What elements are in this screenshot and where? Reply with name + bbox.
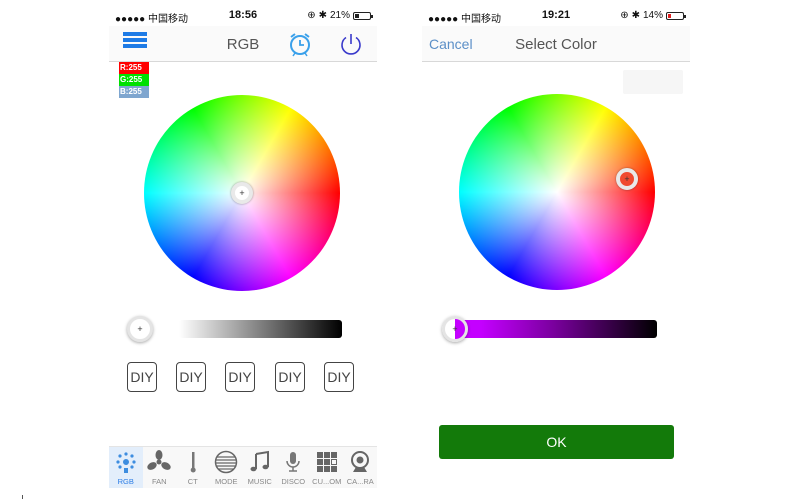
tab-ct[interactable]: CT	[176, 447, 210, 488]
green-value: G:255	[119, 74, 149, 86]
diy-button-1[interactable]: DIY	[127, 362, 157, 392]
tab-custom[interactable]: CU...OM	[310, 447, 344, 488]
color-preview	[623, 70, 683, 94]
tab-bar: RGB FAN CT MODE MUSIC DISCO CU...OM CA..…	[109, 446, 377, 488]
battery-icon	[666, 11, 686, 20]
diy-button-3[interactable]: DIY	[225, 362, 255, 392]
stray-mark	[22, 495, 23, 499]
page-title: RGB	[226, 36, 260, 53]
mode-disc-icon	[213, 449, 239, 475]
rgb-control-screen: ●●●●● 中国移动 18:56 ⊕ ✱ 21% RGB R:255 G:255…	[109, 0, 377, 500]
lock-rotation-icon: ⊕	[307, 10, 316, 21]
color-wheel[interactable]: +	[459, 94, 655, 290]
battery-percent: 14%	[642, 10, 663, 21]
red-value: R:255	[119, 62, 149, 74]
microphone-icon	[280, 449, 306, 475]
brightness-slider[interactable]	[179, 320, 342, 338]
crosshair-icon: +	[624, 174, 630, 184]
battery-icon	[353, 11, 373, 20]
status-bar: ●●●●● 中国移动 18:56 ⊕ ✱ 21%	[109, 8, 377, 25]
alarm-clock-icon[interactable]	[287, 31, 313, 57]
bluetooth-icon: ✱	[318, 10, 327, 21]
tab-label: MUSIC	[247, 477, 272, 486]
status-right: ⊕ ✱ 14%	[620, 10, 686, 21]
music-note-icon	[247, 449, 273, 475]
thermometer-icon	[180, 449, 206, 475]
tab-label: FAN	[151, 477, 167, 486]
blue-value: B:255	[119, 86, 149, 98]
rgb-bulb-icon	[113, 449, 139, 475]
tab-label: DISCO	[281, 477, 306, 486]
tab-label: CT	[187, 477, 198, 486]
tab-mode[interactable]: MODE	[210, 447, 244, 488]
bluetooth-icon: ✱	[631, 10, 640, 21]
color-wheel-knob[interactable]: +	[616, 168, 638, 190]
select-color-screen: ●●●●● 中国移动 19:21 ⊕ ✱ 14% Cancel Select C…	[422, 0, 690, 500]
crosshair-icon: +	[452, 324, 458, 334]
tab-label: MODE	[215, 477, 238, 486]
tab-rgb[interactable]: RGB	[109, 447, 143, 488]
fan-icon	[146, 449, 172, 475]
tab-music[interactable]: MUSIC	[243, 447, 277, 488]
diy-button-5[interactable]: DIY	[324, 362, 354, 392]
brightness-slider-knob[interactable]: +	[127, 316, 153, 342]
color-wheel-knob[interactable]: +	[231, 182, 253, 204]
crosshair-icon: +	[137, 324, 143, 334]
webcam-icon	[347, 449, 373, 475]
tab-label: CA...RA	[346, 477, 374, 486]
crosshair-icon: +	[239, 188, 245, 198]
lock-rotation-icon: ⊕	[620, 10, 629, 21]
page-title: Select Color	[515, 36, 597, 53]
tab-disco[interactable]: DISCO	[277, 447, 311, 488]
rgb-readout: R:255 G:255 B:255	[119, 62, 149, 98]
tab-label: RGB	[117, 477, 134, 486]
diy-button-4[interactable]: DIY	[275, 362, 305, 392]
battery-percent: 21%	[329, 10, 350, 21]
nav-bar: Cancel Select Color	[422, 26, 690, 62]
brightness-slider-knob[interactable]: +	[442, 316, 468, 342]
tab-fan[interactable]: FAN	[143, 447, 177, 488]
grid-icon	[314, 449, 340, 475]
tab-camera[interactable]: CA...RA	[344, 447, 378, 488]
status-bar: ●●●●● 中国移动 19:21 ⊕ ✱ 14%	[422, 8, 690, 25]
status-right: ⊕ ✱ 21%	[307, 10, 373, 21]
ok-button[interactable]: OK	[439, 425, 674, 459]
color-wheel[interactable]: +	[144, 95, 340, 291]
brightness-slider[interactable]	[450, 320, 657, 338]
tab-label: CU...OM	[312, 477, 342, 486]
nav-bar: RGB	[109, 26, 377, 62]
power-icon[interactable]	[338, 31, 364, 57]
diy-button-2[interactable]: DIY	[176, 362, 206, 392]
